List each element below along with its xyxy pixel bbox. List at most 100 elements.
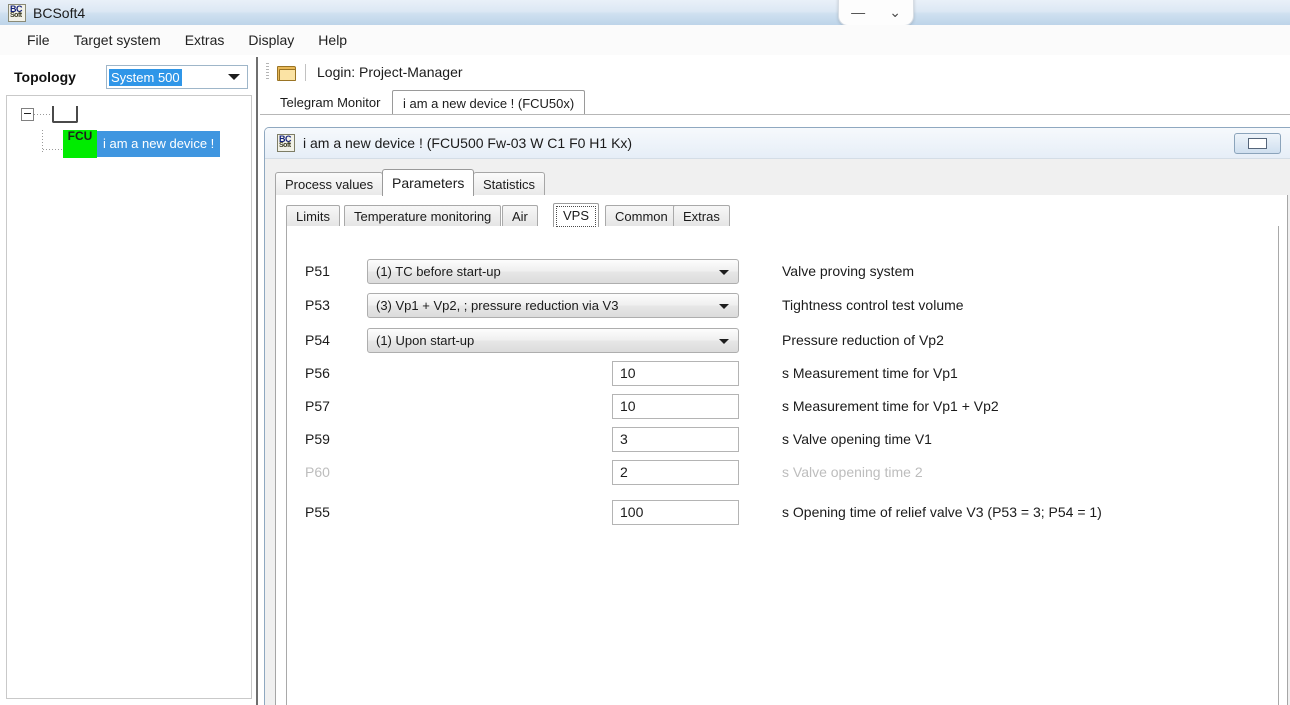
parameter-row: P55 100 s Opening time of relief valve V… — [287, 497, 1278, 527]
parameter-code: P60 — [305, 464, 330, 480]
login-toolbar: Login: Project-Manager — [260, 57, 1290, 87]
parameter-code: P53 — [305, 297, 330, 313]
tab-common[interactable]: Common — [605, 205, 678, 227]
minimize-icon[interactable]: — — [851, 5, 865, 19]
device-child-window: BC Soft i am a new device ! (FCU500 Fw-0… — [264, 127, 1290, 705]
child-window-body: Process values Parameters Statistics Lim… — [265, 159, 1290, 705]
tab-temperature-monitoring[interactable]: Temperature monitoring — [344, 205, 502, 227]
parameter-input-value: 10 — [620, 398, 636, 414]
vps-parameter-page: P51 (1) TC before start-up Valve proving… — [286, 226, 1279, 705]
parameter-combo-p53[interactable]: (3) Vp1 + Vp2, ; pressure reduction via … — [367, 292, 739, 318]
tab-vps[interactable]: VPS — [553, 203, 600, 227]
parameter-code: P56 — [305, 365, 330, 381]
tree-root-node[interactable] — [21, 106, 78, 123]
system-selector-value: System 500 — [109, 68, 182, 86]
topology-header: Topology System 500 — [6, 64, 252, 90]
app-logo-bottom-text: Soft — [10, 11, 22, 19]
app-logo-icon: BC Soft — [8, 3, 26, 22]
window-title: BCSoft4 — [33, 4, 86, 21]
chevron-down-icon[interactable] — [228, 74, 240, 80]
menu-item-file[interactable]: File — [16, 28, 61, 52]
parameter-row: P54 (1) Upon start-up Pressure reduction… — [287, 325, 1278, 355]
fcu-icon-label: FCU — [67, 129, 93, 143]
toolbar-separator — [305, 63, 306, 81]
chevron-down-icon[interactable] — [719, 338, 729, 344]
parameter-row: P56 10 s Measurement time for Vp1 — [287, 358, 1278, 388]
tab-telegram-monitor[interactable]: Telegram Monitor — [270, 91, 390, 113]
parameter-input-value: 10 — [620, 365, 636, 381]
parameter-description: s Valve opening time 2 — [782, 464, 923, 480]
tab-extras[interactable]: Extras — [673, 205, 730, 227]
parameter-combo-p54[interactable]: (1) Upon start-up — [367, 327, 739, 353]
menu-item-display[interactable]: Display — [237, 28, 305, 52]
focus-outline — [556, 206, 597, 227]
parameter-input-p60[interactable]: 2 — [612, 459, 739, 485]
minimize-icon — [1248, 138, 1267, 149]
document-tab-underline — [260, 114, 1290, 115]
work-area: Login: Project-Manager Telegram Monitor … — [260, 57, 1290, 705]
tree-connector-vertical — [42, 130, 43, 154]
child-window-title: i am a new device ! (FCU500 Fw-03 W C1 F… — [303, 135, 633, 151]
child-window-title-bar: BC Soft i am a new device ! (FCU500 Fw-0… — [265, 128, 1290, 159]
login-status-text: Login: Project-Manager — [317, 64, 463, 80]
chevron-down-icon[interactable] — [719, 269, 729, 275]
parameters-panel: Limits Temperature monitoring Air VPS Co… — [275, 195, 1288, 705]
system-selector-combo[interactable]: System 500 — [106, 65, 248, 89]
parameter-input-p56[interactable]: 10 — [612, 360, 739, 386]
parameter-input-p59[interactable]: 3 — [612, 426, 739, 452]
folder-icon[interactable] — [277, 65, 296, 81]
parameter-input-value: 100 — [620, 504, 644, 520]
topology-panel: Topology System 500 FCU i am a new devic… — [0, 57, 258, 705]
tab-device-document[interactable]: i am a new device ! (FCU50x) — [392, 90, 586, 115]
parameter-description: s Measurement time for Vp1 + Vp2 — [782, 398, 999, 414]
parameter-code: P59 — [305, 431, 330, 447]
menu-item-extras[interactable]: Extras — [174, 28, 236, 52]
menu-bar: File Target system Extras Display Help — [0, 25, 1290, 55]
topology-title: Topology — [14, 69, 76, 85]
collapse-icon[interactable] — [21, 108, 34, 121]
menu-item-help[interactable]: Help — [307, 28, 358, 52]
parameter-code: P51 — [305, 263, 330, 279]
parameter-code: P57 — [305, 398, 330, 414]
parameter-input-p55[interactable]: 100 — [612, 499, 739, 525]
parameter-input-p57[interactable]: 10 — [612, 393, 739, 419]
tab-statistics[interactable]: Statistics — [473, 172, 546, 195]
parameter-input-value: 2 — [620, 464, 628, 480]
tab-air[interactable]: Air — [502, 205, 538, 227]
tab-process-values[interactable]: Process values — [275, 172, 384, 195]
tree-device-node[interactable]: FCU i am a new device ! — [42, 130, 221, 158]
folder-icon-front — [279, 68, 296, 81]
parameter-description: Valve proving system — [782, 263, 915, 279]
parameter-row: P51 (1) TC before start-up Valve proving… — [287, 256, 1278, 286]
chevron-down-icon[interactable] — [719, 303, 729, 309]
system-icon — [52, 106, 78, 123]
tab-parameters[interactable]: Parameters — [382, 169, 475, 196]
parameter-combo-value: (1) TC before start-up — [376, 263, 501, 279]
chevron-down-icon[interactable]: ⌄ — [889, 5, 901, 19]
parameter-description: s Opening time of relief valve V3 (P53 =… — [782, 504, 1102, 520]
tree-device-label[interactable]: i am a new device ! — [97, 131, 221, 157]
device-window-icon-bottom-text: Soft — [279, 142, 291, 149]
toolbar-grip-handle[interactable] — [266, 63, 269, 81]
parameter-combo-value: (1) Upon start-up — [376, 332, 475, 348]
parameter-description: Pressure reduction of Vp2 — [782, 332, 944, 348]
parameter-row: P53 (3) Vp1 + Vp2, ; pressure reduction … — [287, 290, 1278, 320]
tree-connector — [34, 114, 52, 115]
tree-connector-elbow — [43, 148, 63, 150]
parameter-row: P60 2 s Valve opening time 2 — [287, 457, 1278, 487]
document-tab-strip: Telegram Monitor i am a new device ! (FC… — [260, 89, 1290, 115]
parameter-description: s Valve opening time V1 — [782, 431, 932, 447]
parameter-input-value: 3 — [620, 431, 628, 447]
device-window-icon: BC Soft — [277, 134, 295, 152]
application-window: BC Soft BCSoft4 — ⌄ File Target system E… — [0, 0, 1290, 705]
fcu-device-icon: FCU — [63, 130, 97, 158]
menu-item-target-system[interactable]: Target system — [63, 28, 172, 52]
window-controls: — ⌄ — [838, 0, 914, 26]
child-window-minimize-button[interactable] — [1234, 133, 1281, 154]
parameter-combo-p51[interactable]: (1) TC before start-up — [367, 258, 739, 284]
window-title-bar: BC Soft BCSoft4 — ⌄ — [0, 0, 1290, 26]
parameter-combo-value: (3) Vp1 + Vp2, ; pressure reduction via … — [376, 297, 619, 313]
parameter-code: P54 — [305, 332, 330, 348]
parameter-row: P57 10 s Measurement time for Vp1 + Vp2 — [287, 391, 1278, 421]
tab-limits[interactable]: Limits — [286, 205, 340, 227]
